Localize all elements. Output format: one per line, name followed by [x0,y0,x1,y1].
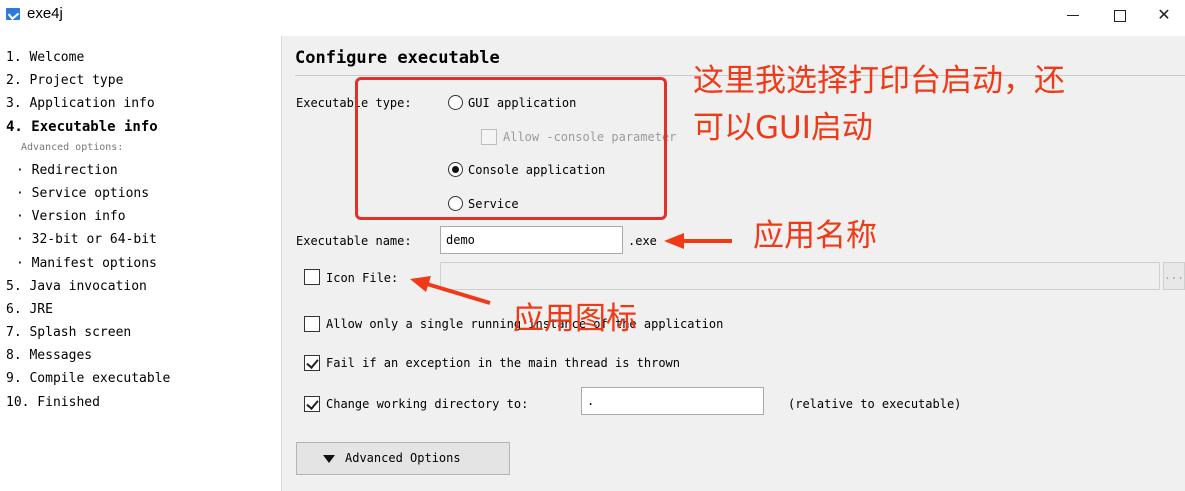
executable-name-label: Executable name: [296,234,412,248]
step-manifest-options[interactable]: · Manifest options [6,252,268,275]
step-splash-screen[interactable]: 7. Splash screen [6,321,268,344]
step-application-info[interactable]: 3. Application info [6,92,268,115]
fail-exception-label: Fail if an exception in the main thread … [326,356,681,370]
advanced-options-button[interactable]: Advanced Options [296,442,510,475]
step-java-invocation[interactable]: 5. Java invocation [6,275,268,298]
launch-mode-note-line2: 可以GUI启动 [693,110,873,146]
relative-note: (relative to executable) [788,397,962,411]
minimize-icon [1067,15,1079,16]
maximize-button[interactable] [1097,2,1143,28]
app-name-note: 应用名称 [753,218,877,254]
exe4j-app-icon [6,8,20,20]
triangle-down-icon [323,455,335,463]
step-executable-info[interactable]: 4. Executable info [6,116,268,139]
page-title: Configure executable [295,48,500,68]
working-directory-input[interactable]: . [581,387,764,415]
step-messages[interactable]: 8. Messages [6,344,268,367]
fail-exception-checkbox[interactable] [304,355,320,371]
step-redirection[interactable]: · Redirection [6,159,268,182]
step-finished[interactable]: 10. Finished [6,391,268,414]
step-welcome[interactable]: 1. Welcome [6,46,268,69]
icon-file-input[interactable] [440,262,1160,290]
step-service-options[interactable]: · Service options [6,182,268,205]
wizard-steps: 1. Welcome 2. Project type 3. Applicatio… [6,46,268,414]
single-instance-checkbox[interactable] [304,316,320,332]
icon-file-checkbox[interactable] [304,269,320,285]
close-icon: ✕ [1157,5,1171,24]
executable-name-input[interactable]: demo [440,226,623,254]
window-title: exe4j [27,5,63,22]
advanced-options-button-label: Advanced Options [345,451,461,465]
minimize-button[interactable] [1050,2,1096,28]
advanced-options-label: Advanced options: [21,141,124,153]
step-project-type[interactable]: 2. Project type [6,69,268,92]
launch-mode-note-line1: 这里我选择打印台启动，还 [693,63,1065,99]
step-jre[interactable]: 6. JRE [6,298,268,321]
icon-file-label: Icon File: [326,271,399,285]
icon-browse-button[interactable]: ... [1163,262,1185,290]
exe-suffix: .exe [628,234,657,248]
change-directory-label: Change working directory to: [326,397,529,411]
step-32-or-64-bit[interactable]: · 32-bit or 64-bit [6,228,268,251]
change-directory-checkbox[interactable] [304,396,320,412]
step-version-info[interactable]: · Version info [6,205,268,228]
executable-type-highlight [355,77,667,220]
close-button[interactable]: ✕ [1141,2,1185,28]
step-compile-executable[interactable]: 9. Compile executable [6,367,268,390]
maximize-icon [1114,9,1126,22]
app-icon-note: 应用图标 [513,301,637,337]
title-bar: exe4j ✕ [0,0,1185,30]
